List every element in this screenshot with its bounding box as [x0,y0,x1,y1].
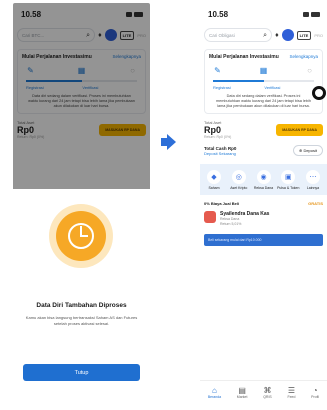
saham-icon: ◆ [207,170,221,184]
nav-item-label: Market [236,395,248,399]
nav-item-label: Feed [287,395,296,399]
menu-item-label: Lainnya [306,186,320,190]
nav-item[interactable]: ⌂ Beranda [208,386,221,399]
bottom-nav: ⌂ Beranda ▤ Market ⌘ QRIS ☰ Feed ◔ Profil [200,380,327,404]
bottom-sheet: Data Diri Tambahan Diproses Kamu akan bi… [13,189,150,404]
nav-item[interactable]: ☰ Feed [287,386,295,399]
crypto-icon: ◎ [231,170,246,184]
right-phone-screen: 10.58 Cari Obligasi ⌕ ♦ LITE PRO Mulai P… [200,3,327,404]
more-icon: ⋯ [306,170,320,184]
journey-more-link[interactable]: Selengkapnya [289,54,318,60]
step-label: Verifikasi [264,85,281,90]
left-phone-screen: 10.58 Cari BTC... ⌕ ♦ LITE PRO Mulai Per… [13,3,150,404]
cash-summary: Total Cash Rp0 Deposit Sekarang ⊕ Deposi… [204,145,323,156]
journey-notice: Data diri sedang dalam verifikasi. Prose… [216,94,311,108]
journey-title: Mulai Perjalanan Investasimu [209,54,279,60]
signal-icon [303,11,309,17]
nav-item-label: QRIS [263,395,272,399]
clock-icon [56,211,106,261]
search-input[interactable]: Cari Obligasi ⌕ [204,28,273,42]
menu-item[interactable]: ▣ Pulsa & Token [276,170,300,190]
promo-heading: 0% Biaya Jual Beli [204,201,240,206]
nav-item[interactable]: ⌘ QRIS [263,386,272,399]
cash-label: Total Cash Rp0 [204,145,237,151]
battery-icon [311,11,320,17]
promo-return: Return 5,01% [220,222,242,226]
sheet-body: Kamu akan bisa langsung bertransaksi Sah… [25,315,138,326]
final-step-icon: ○ [307,66,312,75]
search-icon: ⌕ [263,31,268,39]
touch-cursor [312,86,326,100]
deposit-cta-button[interactable]: MASUKAN RP DANA [276,123,323,136]
verify-step-icon: ▦ [259,66,268,75]
qris-icon: ⌘ [263,386,272,395]
profile-icon: ◔ [312,386,318,395]
menu-item-label: Reksa Dana [253,186,274,190]
promo-tag: GRATIS [308,201,323,206]
pulsa-icon: ▣ [281,170,296,184]
pro-toggle[interactable]: PRO [314,33,323,38]
mini-banner[interactable]: Beli sekarang mulai dari Rp10.000 [204,234,323,246]
menu-item[interactable]: ◎ Aset Kripto [227,170,251,190]
fund-logo-icon [204,211,216,223]
journey-progress [213,80,314,82]
nav-item-label: Beranda [207,395,222,399]
journey-card: Mulai Perjalanan Investasimu Selengkapny… [204,49,323,114]
deposit-now-link[interactable]: Deposit Sekarang [204,151,236,156]
menu-item[interactable]: ◆ Saham [202,170,226,190]
status-bar: 10.58 [200,3,327,25]
avatar[interactable] [281,29,294,41]
status-time: 10.58 [208,9,229,19]
asset-value: Rp0 [204,125,222,135]
market-icon: ▤ [238,386,246,395]
nav-item-label: Profil [311,395,320,399]
bell-icon[interactable]: ♦ [275,32,279,39]
product-menu: ◆ Saham ◎ Aset Kripto ◉ Reksa Dana ▣ Pulsa & To… [200,164,327,195]
lite-toggle[interactable]: LITE [296,30,312,40]
top-bar: Cari Obligasi ⌕ ♦ LITE PRO [200,25,327,45]
nav-item[interactable]: ◔ Profil [311,386,319,399]
deposit-button[interactable]: ⊕ Deposit [292,145,323,156]
reksa-dana-icon: ◉ [256,170,271,184]
menu-item[interactable]: ◉ Reksa Dana [252,170,276,190]
sheet-title: Data Diri Tambahan Diproses [36,302,127,309]
asset-return: Return: Rp0 (0%) [204,135,232,139]
menu-item-label: Saham [208,186,220,190]
register-step-icon: ✎ [214,66,221,75]
menu-item-label: Aset Kripto [230,186,248,190]
asset-summary: Total Aset Rp0 Return: Rp0 (0%) MASUKAN … [204,120,323,139]
menu-item-label: Pulsa & Token [277,186,300,190]
modal-backdrop[interactable] [13,3,150,189]
promo-card[interactable]: Syailendra Dana Kas Reksa Dana Return 5,… [204,211,323,227]
close-button[interactable]: Tutup [23,364,140,381]
step-label: Registrasi [213,85,231,90]
feed-icon: ☰ [287,386,296,395]
nav-item[interactable]: ▤ Market [237,386,248,399]
promo-section: 0% Biaya Jual Beli GRATIS Syailendra Dan… [204,201,323,227]
menu-item[interactable]: ⋯ Lainnya [301,170,325,190]
home-icon: ⌂ [212,386,217,395]
